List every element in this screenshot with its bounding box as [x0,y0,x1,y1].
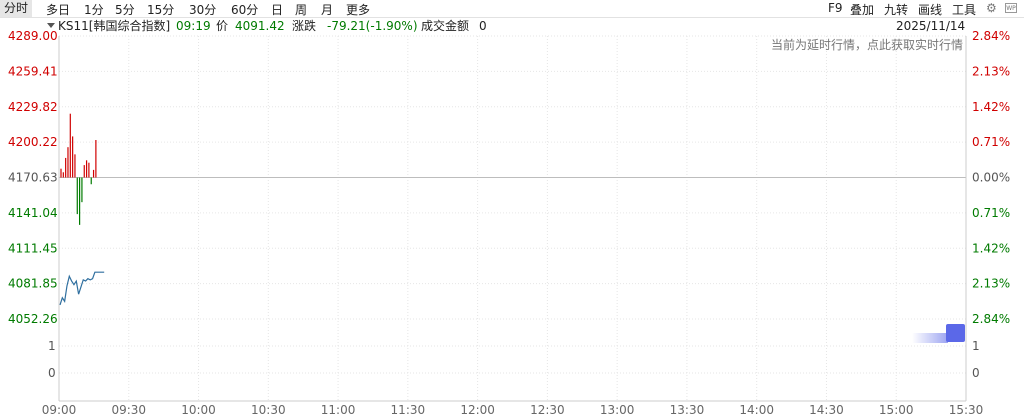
change-bars [60,113,97,225]
price-axis-label: 4170.63 [8,171,58,185]
scroll-handle [946,324,965,342]
pct-axis-label: 2.13% [972,277,1010,291]
x-tick-label: 11:00 [321,403,356,417]
price-axis-label: 4200.22 [8,135,58,149]
chart-axes: 09:00 09:30 10:00 10:30 11:00 11:30 12:00 12:30… [8,29,1010,417]
price-axis-label: 4289.00 [8,29,58,43]
x-tick-label: 10:00 [181,403,216,417]
x-tick-label: 09:30 [111,403,146,417]
x-tick-label: 15:00 [879,403,914,417]
x-tick-label: 12:00 [460,403,495,417]
pct-axis-label: 1.42% [972,100,1010,114]
pct-axis-label: 0.00% [972,171,1010,185]
price-axis-label: 4141.04 [8,206,58,220]
x-tick-label: 09:00 [42,403,77,417]
x-tick-label: 12:30 [530,403,565,417]
volume-axis-label: 1 [48,339,56,353]
chart-grid [58,35,967,401]
x-tick-label: 11:30 [391,403,426,417]
delay-notice-link[interactable]: 当前为延时行情，点此获取实时行情 [771,36,963,53]
volume-axis-label-right: 0 [972,366,980,380]
pct-axis-label: 2.84% [972,312,1010,326]
x-tick-label: 13:30 [670,403,705,417]
pct-axis-label: 0.71% [972,206,1010,220]
pct-axis-label: 2.13% [972,64,1010,78]
scroll-trail [912,333,948,343]
price-axis-label: 4081.85 [8,277,58,291]
price-axis-label: 4052.26 [8,312,58,326]
intraday-chart: 09:00 09:30 10:00 10:30 11:00 11:30 12:00 12:30… [8,29,1010,417]
x-tick-label: 14:00 [739,403,774,417]
scroll-block-icon [912,324,965,343]
price-axis-label: 4259.41 [8,64,58,78]
price-line [59,271,105,306]
x-tick-label: 15:30 [949,403,984,417]
x-tick-label: 14:30 [809,403,844,417]
pct-axis-label: 1.42% [972,241,1010,255]
pct-axis-label: 0.71% [972,135,1010,149]
price-axis-label: 4229.82 [8,100,58,114]
volume-axis-label-right: 1 [972,339,980,353]
volume-axis-label: 0 [48,366,56,380]
x-tick-label: 10:30 [251,403,286,417]
x-tick-label: 13:00 [600,403,635,417]
price-axis-label: 4111.45 [8,241,58,255]
pct-axis-label: 2.84% [972,29,1010,43]
